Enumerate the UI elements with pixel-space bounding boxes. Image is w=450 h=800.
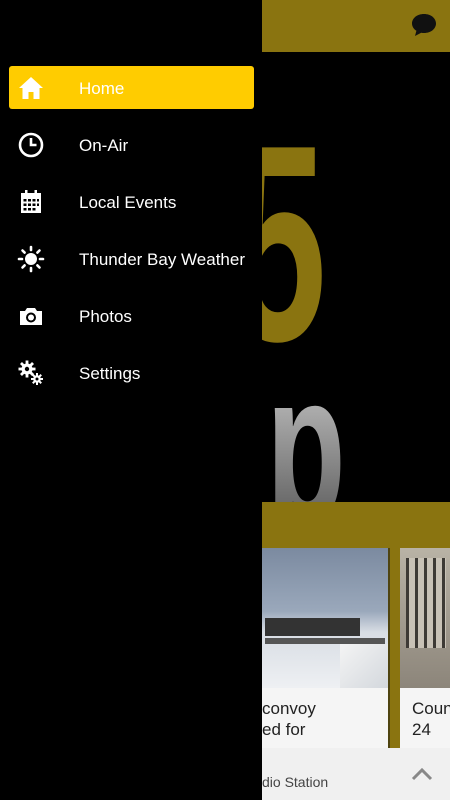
drawer-item-label: Home (79, 79, 125, 98)
drawer-item-photos[interactable]: Photos (0, 294, 262, 351)
player-station-label: dio Station (262, 774, 329, 790)
drawer-item-local-events[interactable]: Local Events (0, 180, 262, 237)
drawer-item-label: Photos (79, 307, 132, 326)
drawer-item-label: Thunder Bay Weather (79, 250, 245, 269)
news-card[interactable]: Coun 24 (400, 548, 450, 748)
chevron-up-icon[interactable] (410, 764, 434, 782)
drawer-item-home[interactable]: Home (0, 66, 262, 123)
camera-icon (20, 308, 42, 325)
news-card-title: Coun 24 (412, 699, 450, 739)
navigation-drawer: Home On-Air Local Events Thunder Bay Wea… (0, 0, 262, 800)
clock-icon (18, 132, 44, 158)
card-divider (390, 548, 400, 748)
gears-icon (18, 360, 43, 385)
sun-icon (17, 245, 45, 273)
news-card-image (400, 548, 450, 688)
drawer-item-weather[interactable]: Thunder Bay Weather (0, 237, 262, 294)
news-card-title: convoy ed for (262, 699, 316, 739)
drawer-item-on-air[interactable]: On-Air (0, 123, 262, 180)
calendar-icon (21, 190, 41, 213)
chat-icon[interactable] (410, 12, 438, 38)
active-highlight (9, 66, 254, 109)
home-icon (19, 77, 43, 99)
drawer-item-settings[interactable]: Settings (0, 351, 262, 408)
drawer-menu: Home On-Air Local Events Thunder Bay Wea… (0, 66, 262, 408)
drawer-item-label: On-Air (79, 136, 129, 155)
drawer-item-label: Local Events (79, 193, 177, 212)
drawer-item-label: Settings (79, 364, 141, 383)
